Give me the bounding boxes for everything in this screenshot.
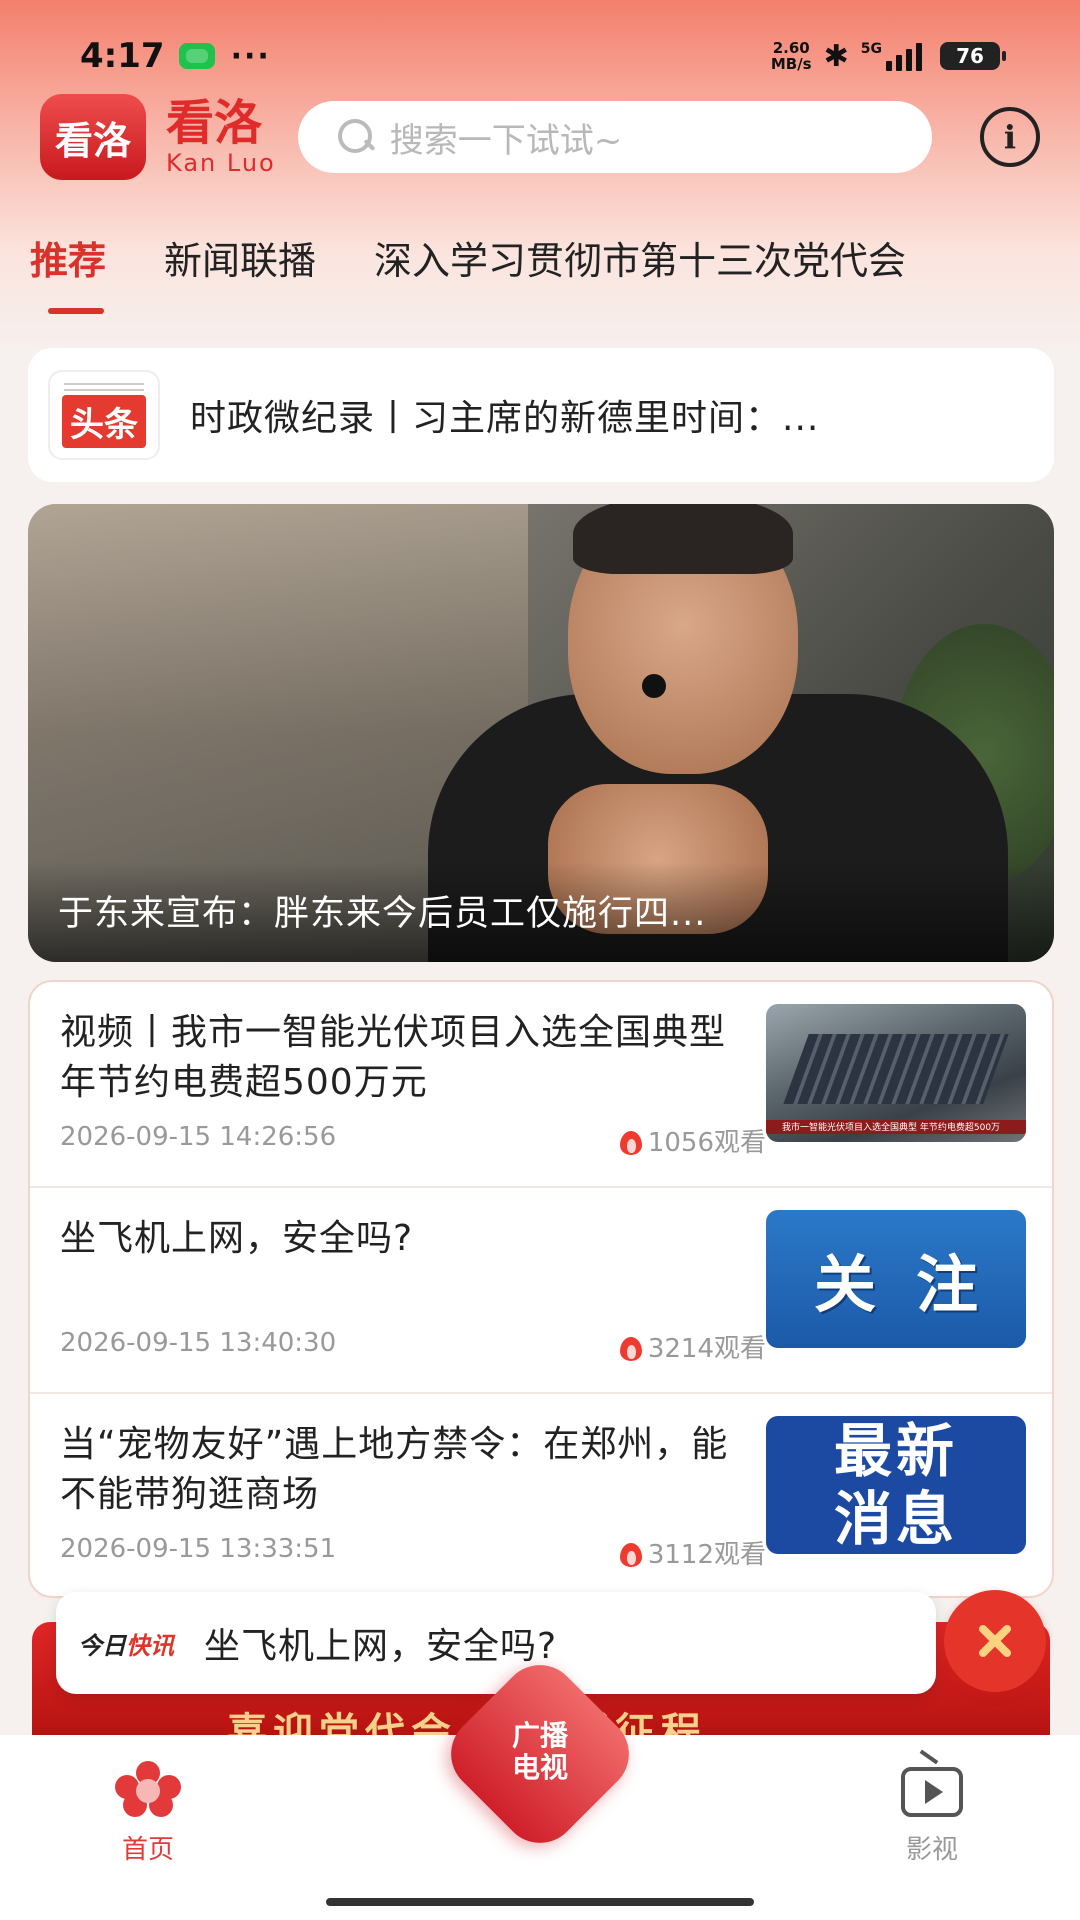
news-views-count: 3214观看 (647, 1334, 766, 1364)
news-date: 2026-09-15 14:26:56 (60, 1122, 337, 1152)
fire-icon (618, 1331, 644, 1361)
battery-icon: 76 (940, 42, 1006, 70)
signal-bar (916, 43, 922, 71)
home-flower-icon (115, 1761, 181, 1817)
search-input[interactable]: 搜索一下试试~ (297, 101, 932, 173)
news-title: 视频丨我市一智能光伏项目入选全国典型年节约电费超500万元 (60, 1012, 727, 1103)
info-icon: i (1003, 118, 1017, 156)
battery-level: 76 (956, 44, 984, 68)
nav-home[interactable]: 首页 (78, 1761, 218, 1866)
headline-card[interactable]: 头条 时政微纪录丨习主席的新德里时间：... (28, 348, 1054, 482)
news-thumbnail: 最新 消息 (766, 1416, 1026, 1554)
signal-bar (896, 55, 902, 71)
news-thumbnail: 关注 (766, 1210, 1026, 1348)
signal-label: 5G (860, 41, 882, 57)
network-speed-unit: MB/s (770, 55, 812, 73)
tab-party-congress[interactable]: 深入学习贯彻市第十三次党代会 (374, 230, 906, 320)
brand-name-en: Kan Luo (166, 149, 276, 177)
microphone-icon (642, 674, 666, 698)
network-speed: 2.60 MB/s (771, 40, 812, 72)
news-list: 视频丨我市一智能光伏项目入选全国典型年节约电费超500万元 2026-09-15… (28, 980, 1054, 1598)
news-thumbnail: 我市一智能光伏项目入选全国典型 年节约电费超500万 (766, 1004, 1026, 1142)
solar-roof-image (783, 1034, 1009, 1104)
news-title: 当“宠物友好”遇上地方禁令：在郑州，能不能带狗逛商场 (60, 1424, 729, 1515)
nav-home-label: 首页 (121, 1835, 174, 1865)
headline-text: 时政微纪录丨习主席的新德里时间：... (190, 398, 820, 439)
list-item[interactable]: 坐飞机上网，安全吗? 2026-09-15 13:40:30 3214观看 关注 (30, 1188, 1052, 1394)
signal-icon: 5G (861, 41, 922, 71)
network-speed-value: 2.60 (772, 39, 810, 57)
news-views: 1056观看 (570, 1122, 766, 1159)
news-views: 3214观看 (570, 1328, 766, 1365)
thumbnail-text: 关注 (813, 1248, 1018, 1321)
thumbnail-text-line1: 最新 (833, 1417, 958, 1485)
signal-bar (886, 61, 892, 71)
quick-news-label-a: 今日 (78, 1631, 126, 1660)
signal-bar (906, 49, 912, 71)
tv-play-icon (901, 1767, 963, 1817)
status-time: 4:17 (80, 36, 165, 76)
news-date: 2026-09-15 13:40:30 (60, 1328, 337, 1358)
status-bar: 4:17 ··· 2.60 MB/s ✱ 5G 76 (0, 28, 1080, 84)
close-icon[interactable] (944, 1590, 1046, 1692)
app-logo[interactable]: 看洛 (40, 94, 146, 180)
news-views-count: 3112观看 (647, 1540, 766, 1570)
tab-news-broadcast[interactable]: 新闻联播 (164, 230, 316, 320)
home-indicator[interactable] (326, 1898, 754, 1906)
broadcast-tv-label: 广播 电视 (511, 1719, 568, 1784)
news-title: 坐飞机上网，安全吗? (60, 1218, 414, 1259)
news-views-count: 1056观看 (647, 1128, 766, 1158)
wechat-notification-icon (178, 43, 215, 69)
app-header: 看洛 看洛 Kan Luo 搜索一下试试~ i (40, 94, 1040, 180)
bluetooth-icon: ✱ (823, 38, 849, 74)
app-logo-text: 看洛 (54, 118, 131, 163)
tab-recommend[interactable]: 推荐 (30, 230, 106, 320)
hero-banner[interactable]: 于东来宣布：胖东来今后员工仅施行四... (28, 504, 1054, 962)
headline-badge: 头条 (62, 394, 146, 448)
search-icon (336, 117, 376, 157)
quick-news-text: 坐飞机上网，安全吗? (204, 1626, 558, 1667)
hero-image-hair (573, 504, 793, 574)
quick-news-label: 今日快讯 (78, 1626, 174, 1661)
fire-icon (618, 1125, 644, 1155)
brand-name-cn: 看洛 (166, 95, 263, 151)
list-item[interactable]: 当“宠物友好”遇上地方禁令：在郑州，能不能带狗逛商场 2026-09-15 13… (30, 1394, 1052, 1596)
thumbnail-caption: 我市一智能光伏项目入选全国典型 年节约电费超500万 (782, 1123, 1001, 1133)
brand-wordmark: 看洛 Kan Luo (166, 99, 276, 175)
search-placeholder: 搜索一下试试~ (389, 120, 623, 161)
nav-video[interactable]: 影视 (862, 1761, 1002, 1866)
quick-news-bar[interactable]: 今日快讯 坐飞机上网，安全吗? (56, 1592, 936, 1694)
channel-tabs: 推荐 新闻联播 深入学习贯彻市第十三次党代会 (30, 230, 1080, 320)
flower-center (136, 1779, 160, 1803)
thumbnail-text-line2: 消息 (833, 1485, 958, 1553)
quick-news-label-b: 快讯 (126, 1631, 174, 1660)
hero-caption: 于东来宣布：胖东来今后员工仅施行四... (58, 894, 707, 934)
news-views: 3112观看 (570, 1534, 766, 1571)
nav-video-label: 影视 (905, 1835, 958, 1865)
status-indicators: 2.60 MB/s ✱ 5G 76 (771, 38, 1006, 74)
list-item[interactable]: 视频丨我市一智能光伏项目入选全国典型年节约电费超500万元 2026-09-15… (30, 982, 1052, 1188)
more-notifications-icon: ··· (230, 38, 271, 74)
headline-icon: 头条 (48, 370, 160, 460)
headline-icon-lines (64, 382, 144, 391)
news-date: 2026-09-15 13:33:51 (60, 1534, 337, 1564)
info-button[interactable]: i (980, 107, 1040, 167)
fire-icon (618, 1537, 644, 1567)
